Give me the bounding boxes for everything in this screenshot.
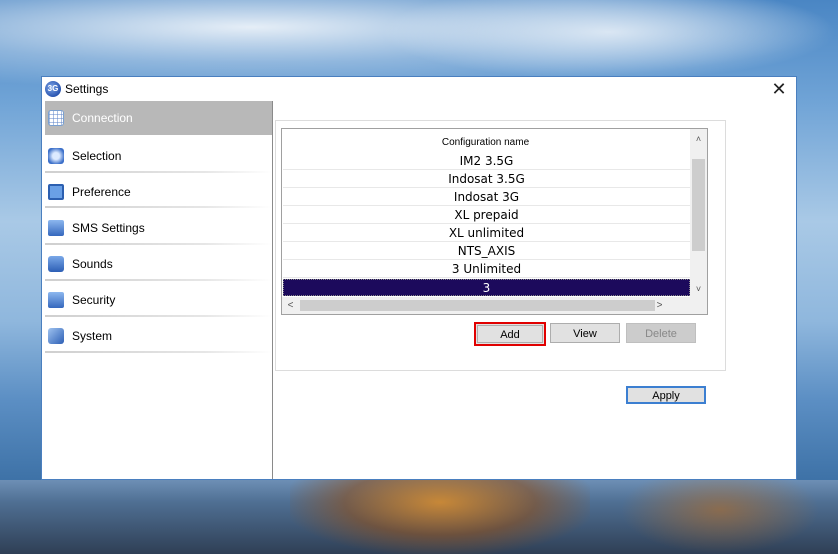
list-item[interactable]: Indosat 3.5G [283, 171, 690, 188]
sidebar-item-system[interactable]: System [45, 319, 272, 353]
close-button[interactable]: ✕ [764, 77, 794, 101]
scroll-right-icon[interactable]: > [651, 297, 668, 314]
scroll-up-icon[interactable]: ˄ [690, 131, 707, 148]
wrench-icon [48, 328, 64, 344]
divider [45, 279, 272, 281]
preference-icon [48, 184, 64, 200]
sidebar-item-label: Security [72, 293, 116, 307]
close-icon: ✕ [771, 79, 787, 99]
sidebar-item-label: Connection [72, 111, 133, 125]
divider [45, 171, 272, 173]
sidebar-item-selection[interactable]: Selection [45, 139, 272, 173]
divider [45, 243, 272, 245]
settings-sidebar: Connection Selection Preference SMS Sett… [45, 101, 273, 479]
add-button[interactable]: Add [474, 322, 546, 346]
sidebar-item-connection[interactable]: Connection [45, 101, 272, 135]
sidebar-item-label: Preference [72, 185, 131, 199]
sidebar-item-security[interactable]: Security [45, 283, 272, 317]
divider [45, 351, 272, 353]
configuration-list[interactable]: Configuration name IM2 3.5G Indosat 3.5G… [281, 128, 708, 315]
sidebar-item-sounds[interactable]: Sounds [45, 247, 272, 281]
sidebar-item-label: Sounds [72, 257, 113, 271]
desktop-cloud [380, 0, 838, 80]
sidebar-item-label: Selection [72, 149, 122, 163]
title-bar[interactable]: 3G Settings ✕ [42, 77, 796, 101]
sidebar-item-label: System [72, 329, 113, 343]
desktop-reflection [620, 480, 820, 554]
list-item[interactable]: XL prepaid [283, 207, 690, 224]
list-item[interactable]: XL unlimited [283, 225, 690, 242]
speaker-icon [48, 256, 64, 272]
network-globe-icon [48, 110, 64, 126]
scrollbar-thumb[interactable] [692, 159, 705, 251]
scroll-down-icon[interactable]: ˅ [690, 281, 707, 298]
list-item[interactable]: Indosat 3G [283, 189, 690, 206]
lock-icon [48, 292, 64, 308]
column-header-configuration-name[interactable]: Configuration name [282, 137, 689, 148]
desktop-reflection [290, 480, 590, 554]
sms-envelope-icon [48, 220, 64, 236]
scroll-left-icon[interactable]: < [282, 297, 299, 314]
apply-button[interactable]: Apply [626, 386, 706, 404]
scrollbar-thumb[interactable] [300, 300, 655, 311]
selection-icon [48, 148, 64, 164]
settings-window: 3G Settings ✕ Connection Selection Prefe… [41, 76, 797, 480]
delete-button[interactable]: Delete [626, 323, 696, 343]
window-title: Settings [65, 82, 109, 96]
list-item[interactable]: IM2 3.5G [283, 153, 690, 170]
horizontal-scrollbar[interactable]: < > [282, 297, 690, 314]
list-item-selected[interactable]: 3 [283, 279, 690, 296]
list-item[interactable]: NTS_AXIS [283, 243, 690, 260]
divider [45, 315, 272, 317]
list-item[interactable]: 3 Unlimited [283, 261, 690, 278]
vertical-scrollbar[interactable]: ˄ ˅ [690, 129, 707, 298]
sidebar-item-preference[interactable]: Preference [45, 175, 272, 209]
app-logo-icon: 3G [45, 81, 61, 97]
add-button-label: Add [477, 325, 543, 343]
scrollbar-corner [690, 297, 707, 314]
sidebar-item-label: SMS Settings [72, 221, 145, 235]
sidebar-item-sms-settings[interactable]: SMS Settings [45, 211, 272, 245]
view-button[interactable]: View [550, 323, 620, 343]
